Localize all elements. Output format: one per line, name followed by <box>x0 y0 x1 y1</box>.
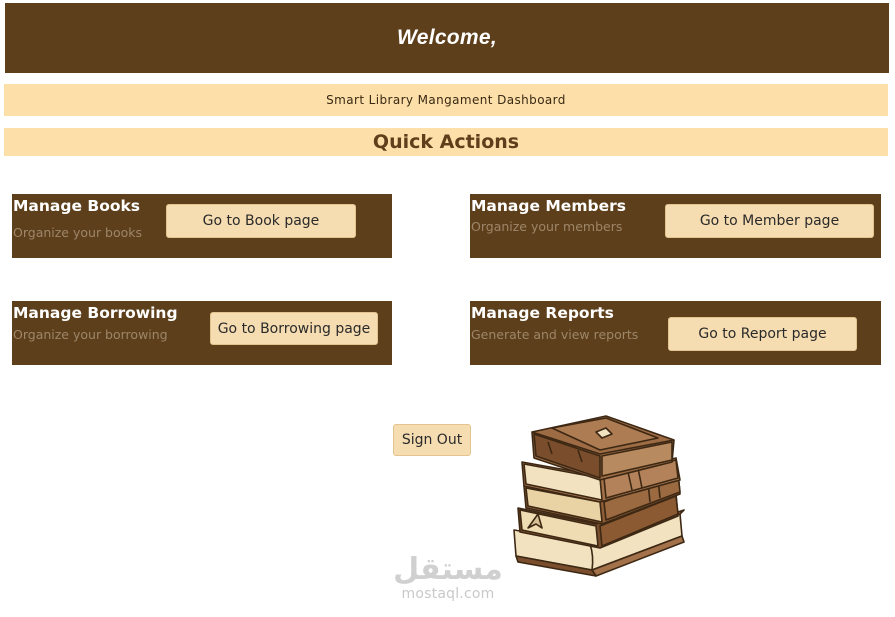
manage-members-card: Manage Members Organize your members Go … <box>470 194 881 258</box>
stack-of-books-icon <box>513 415 685 577</box>
go-to-report-page-button[interactable]: Go to Report page <box>668 317 857 351</box>
svg-text:مستقل: مستقل <box>393 552 503 587</box>
quick-actions-bar: Quick Actions <box>4 128 888 156</box>
quick-actions-heading: Quick Actions <box>372 131 520 153</box>
go-to-borrowing-page-button[interactable]: Go to Borrowing page <box>210 312 378 345</box>
manage-books-card: Manage Books Organize your books Go to B… <box>12 194 392 258</box>
go-to-book-page-button[interactable]: Go to Book page <box>166 204 356 238</box>
card-title: Manage Reports <box>471 304 614 322</box>
card-title: Manage Books <box>13 197 141 215</box>
card-title: Manage Borrowing <box>13 304 178 322</box>
sign-out-button[interactable]: Sign Out <box>393 424 471 456</box>
card-subtitle: Generate and view reports <box>471 327 639 342</box>
page-title: Welcome, <box>396 26 498 49</box>
subtitle-bar: Smart Library Mangament Dashboard <box>4 84 888 116</box>
card-subtitle: Organize your books <box>13 225 143 240</box>
manage-borrowing-card: Manage Borrowing Organize your borrowing… <box>12 301 392 365</box>
dashboard-subtitle: Smart Library Mangament Dashboard <box>326 93 566 107</box>
card-title: Manage Members <box>471 197 626 215</box>
header-bar: Welcome, <box>5 3 889 73</box>
manage-reports-card: Manage Reports Generate and view reports… <box>470 301 881 365</box>
watermark-site: mostaql.com <box>401 586 495 602</box>
card-subtitle: Organize your borrowing <box>13 327 168 342</box>
mostaql-logo-icon: مستقل <box>393 552 503 587</box>
go-to-member-page-button[interactable]: Go to Member page <box>665 204 874 238</box>
card-subtitle: Organize your members <box>471 219 623 234</box>
